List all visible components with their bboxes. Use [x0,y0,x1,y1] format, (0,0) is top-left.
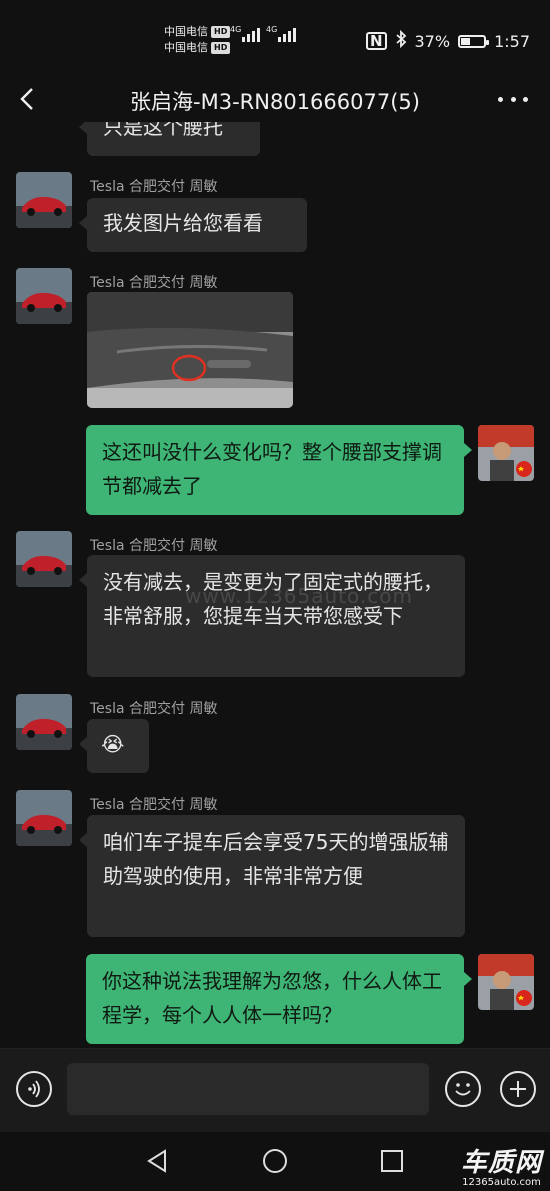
chat-header: 张启海-M3-RN801666077(5) [0,78,550,122]
carrier-info: 中国电信 HD 中国电信 HD [164,24,231,56]
add-attachment-button[interactable] [500,1071,536,1107]
message-bubble[interactable]: 😭 [79,719,149,773]
user-avatar-image [478,425,534,481]
user-avatar-image [478,954,534,1010]
car-avatar-image [16,694,72,750]
avatar[interactable] [478,425,534,481]
car-avatar-image [16,172,72,228]
voice-icon [28,1080,40,1098]
battery-icon [458,34,490,48]
input-bar [0,1048,550,1133]
battery-percent: 37% [414,31,451,51]
network-type-2: 4G [266,25,278,34]
message-bubble[interactable]: 没有减去，是变更为了固定式的腰托，非常舒服，您提车当天带您感受下 [79,555,465,677]
carrier-2: 中国电信 [164,41,208,54]
watermark: www.12365auto.com [185,584,413,608]
nav-back-button[interactable] [143,1146,173,1176]
carrier-1: 中国电信 [164,25,208,38]
nav-home-button[interactable] [260,1146,290,1176]
avatar[interactable] [16,268,72,324]
message-text: 这还叫没什么变化吗？整个腰部支撑调节都减去了 [102,440,442,498]
car-avatar-image [16,531,72,587]
nfc-icon: N [365,32,387,50]
sender-name: Tesla 合肥交付 周敏 [90,701,218,717]
message-bubble[interactable]: 你这种说法我理解为忽悠，什么人体工程学，每个人人体一样吗？ [86,954,472,1044]
sender-name: Tesla 合肥交付 周敏 [90,797,218,813]
brand-name: 车质网 [460,1148,542,1178]
message-text: 咱们车子提车后会享受75天的增强版辅助驾驶的使用，非常非常方便 [103,830,449,888]
sender-name: Tesla 合肥交付 周敏 [90,179,218,195]
avatar[interactable] [16,694,72,750]
nav-recents-button[interactable] [377,1146,407,1176]
message-bubble[interactable]: 咱们车子提车后会享受75天的增强版辅助驾驶的使用，非常非常方便 [79,815,465,937]
chat-title: 张启海-M3-RN801666077(5) [130,90,420,114]
seat-photo-image [87,292,293,408]
signal-icon: 4G [230,25,260,42]
message-text: 我发图片给您看看 [103,211,263,235]
sender-name: Tesla 合肥交付 周敏 [90,538,218,554]
signal-icon: 4G [266,25,296,42]
signal-icons: 4G 4G [230,25,296,42]
message-text: 只是这个腰托 [103,122,223,139]
car-avatar-image [16,268,72,324]
bluetooth-icon [395,29,407,52]
message-image[interactable] [87,292,293,408]
voice-button[interactable] [16,1071,52,1107]
smiley-icon [455,1083,471,1096]
brand-url: 12365auto.com [462,1177,541,1188]
message-text: 你这种说法我理解为忽悠，什么人体工程学，每个人人体一样吗？ [102,969,442,1027]
hd-badge: HD [211,26,231,38]
avatar[interactable] [16,790,72,846]
clock: 1:57 [494,31,530,51]
avatar[interactable] [16,172,72,228]
hd-badge: HD [211,42,231,54]
more-icon [498,96,503,102]
avatar[interactable] [16,531,72,587]
avatar[interactable] [478,954,534,1010]
system-status: N 37% 1:57 [365,29,530,52]
plus-icon [510,1081,526,1097]
car-avatar-image [16,790,72,846]
message-list[interactable]: 只是这个腰托 Tesla 合肥交付 周敏 我发图片给您看看 Tesla 合肥交付… [0,122,550,1048]
sender-name: Tesla 合肥交付 周敏 [90,275,218,291]
system-nav-bar: 车质网 12365auto.com [0,1132,550,1191]
message-bubble[interactable]: 我发图片给您看看 [79,198,307,252]
brand-logo: 车质网 12365auto.com [461,1142,542,1188]
message-bubble[interactable]: 这还叫没什么变化吗？整个腰部支撑调节都减去了 [86,425,472,515]
message-bubble[interactable]: 只是这个腰托 [79,122,260,156]
emoji-button[interactable] [445,1071,481,1107]
status-bar: 中国电信 HD 中国电信 HD 4G 4G N 37% 1:57 [0,0,550,78]
crying-emoji: 😭 [101,732,125,756]
more-options-button[interactable] [498,86,528,112]
message-input[interactable] [67,1063,429,1115]
network-type-1: 4G [230,25,242,34]
